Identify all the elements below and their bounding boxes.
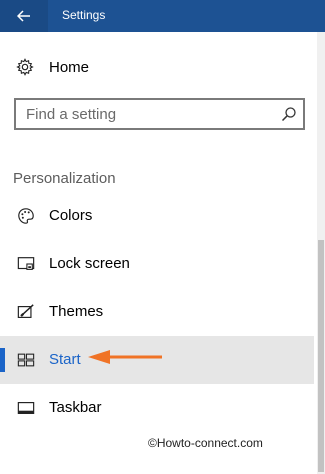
start-icon [17,353,35,367]
back-button[interactable] [0,0,48,32]
search-input[interactable] [16,100,276,128]
window-title: Settings [62,8,106,22]
palette-icon [18,208,34,224]
nav-item-label: Lock screen [49,255,130,272]
watermark: ©Howto-connect.com [148,436,263,450]
home-nav-item[interactable]: Home [0,50,314,86]
back-arrow-icon [17,10,30,22]
scrollbar-thumb[interactable] [318,240,324,472]
home-label: Home [49,59,90,76]
nav-item-taskbar[interactable]: Taskbar [0,384,314,432]
nav-item-label: Themes [49,303,104,320]
nav-item-colors[interactable]: Colors [0,192,314,240]
nav-item-start[interactable]: Start [0,336,314,384]
themes-icon [17,304,34,318]
lock-screen-icon [17,257,35,270]
nav-item-label: Colors [49,207,93,224]
nav-item-lock-screen[interactable]: Lock screen [0,240,314,288]
nav-item-themes[interactable]: Themes [0,288,314,336]
nav-item-label: Taskbar [49,399,102,416]
nav-item-label: Start [49,351,81,368]
taskbar-icon [17,402,35,414]
scrollbar[interactable] [317,32,325,474]
search-box [14,98,305,130]
selection-indicator [0,348,5,372]
title-bar: Settings [0,0,325,32]
search-icon[interactable] [281,106,297,122]
gear-icon [16,58,34,76]
section-header-personalization: Personalization [13,170,116,187]
